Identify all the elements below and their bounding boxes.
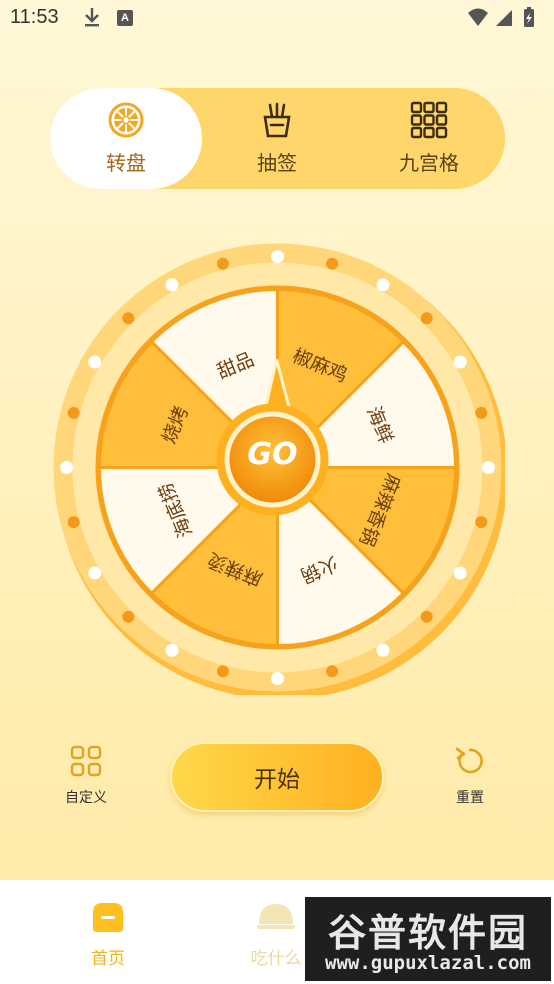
bulb-light [376, 643, 390, 657]
battery-icon [524, 7, 534, 27]
tab-label: 转盘 [106, 151, 146, 175]
status-right-icons [468, 7, 534, 27]
watermark-title: 谷普软件园 [327, 911, 528, 955]
bulb-orange [216, 257, 229, 270]
bulb-orange [67, 406, 80, 419]
go-button[interactable]: GO [215, 402, 330, 517]
start-button[interactable]: 开始 [170, 742, 384, 812]
a-badge-icon: A [117, 10, 133, 26]
bulb-orange [420, 312, 433, 325]
nav-eat-label: 吃什么 [250, 949, 302, 969]
grid-four-icon [70, 745, 102, 777]
bulb-light [165, 278, 179, 292]
tab-label: 抽签 [257, 151, 297, 175]
food-dome-icon [257, 904, 295, 929]
bulb-orange [122, 312, 135, 325]
bulb-light [453, 355, 467, 369]
grid-nine-icon [410, 101, 448, 139]
bulb-orange [326, 257, 339, 270]
wifi-icon [468, 8, 488, 26]
bulb-light [482, 461, 495, 474]
status-bar: 11:53 A [0, 0, 554, 38]
bulb-orange [475, 406, 488, 419]
mode-tabs: 转盘 抽签 九宫格 [50, 88, 505, 189]
lottery-sticks-icon [263, 102, 291, 138]
tab-label: 九宫格 [399, 151, 459, 175]
custom-label: 自定义 [65, 790, 107, 806]
bulb-light [60, 461, 73, 474]
reset-button[interactable]: 重置 [442, 745, 498, 809]
tab-lottery[interactable]: 抽签 [201, 88, 353, 189]
nav-eat[interactable]: 吃什么 [236, 900, 316, 969]
bulb-orange [67, 516, 80, 529]
nav-home-label: 首页 [91, 949, 125, 969]
bulb-orange [326, 665, 339, 678]
tab-wheel[interactable]: 转盘 [50, 88, 202, 189]
home-icon [93, 903, 123, 932]
watermark: 谷普软件园 www.gupuxlazal.com [305, 897, 551, 981]
bulb-light [376, 278, 390, 292]
tab-nine-grid[interactable]: 九宫格 [353, 88, 505, 189]
status-time: 11:53 [10, 6, 59, 28]
bulb-orange [475, 516, 488, 529]
custom-button[interactable]: 自定义 [56, 745, 116, 809]
bulb-orange [420, 610, 433, 623]
signal-icon [496, 10, 512, 26]
bulb-light [453, 566, 467, 580]
bulb-orange [122, 610, 135, 623]
nav-home[interactable]: 首页 [68, 900, 148, 969]
go-label: GO [247, 437, 298, 472]
reset-label: 重置 [456, 790, 484, 806]
wheel-icon [108, 102, 144, 138]
bulb-light [88, 355, 102, 369]
refresh-icon [455, 747, 483, 774]
watermark-url: www.gupuxlazal.com [325, 952, 531, 974]
bulb-light [88, 566, 102, 580]
bulb-light [271, 672, 284, 685]
download-icon [85, 8, 99, 27]
bulb-orange [216, 665, 229, 678]
bulb-light [271, 250, 284, 263]
bulb-light [165, 643, 179, 657]
